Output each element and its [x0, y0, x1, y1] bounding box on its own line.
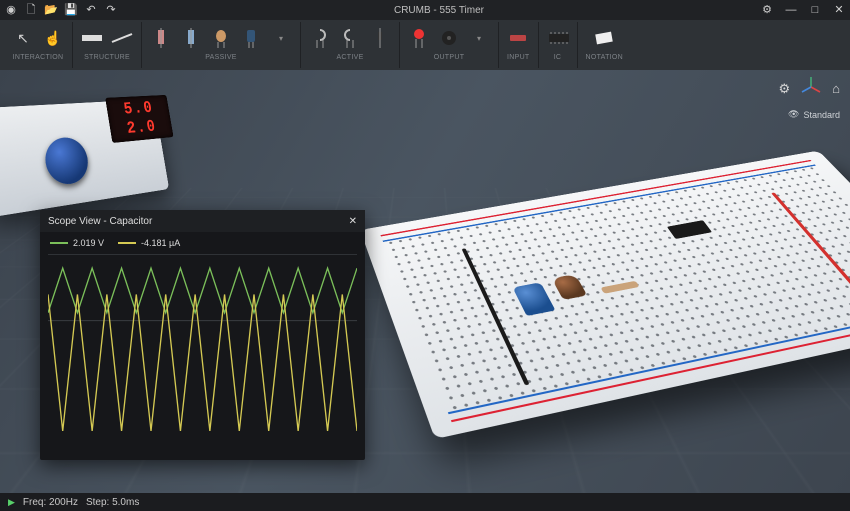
- legend-swatch: [118, 242, 136, 244]
- ribbon-group-structure: STRUCTURE: [73, 22, 142, 68]
- power-supply[interactable]: 5.0 2.0: [0, 70, 238, 233]
- psu-readout-voltage: 5.0: [122, 99, 154, 119]
- save-icon[interactable]: 💾: [64, 3, 78, 17]
- eye-icon: 👁: [788, 109, 799, 120]
- ribbon-group-notation: NOTATION: [578, 22, 632, 68]
- transistor-icon[interactable]: [309, 27, 331, 49]
- settings-gear-icon[interactable]: ⚙: [760, 3, 774, 17]
- ribbon-group-input: INPUT: [499, 22, 539, 68]
- view-mode-label: Standard: [803, 110, 840, 120]
- psu-knob[interactable]: [42, 136, 91, 187]
- transistor2-icon[interactable]: [339, 27, 361, 49]
- diode-icon[interactable]: [369, 27, 391, 49]
- chevron-down-icon[interactable]: ▾: [270, 27, 292, 49]
- close-icon[interactable]: ✕: [832, 3, 846, 17]
- hand-icon[interactable]: ☝: [42, 27, 64, 49]
- legend-swatch: [50, 242, 68, 244]
- buzzer-icon[interactable]: [438, 27, 460, 49]
- maximize-icon[interactable]: □: [808, 3, 822, 17]
- home-icon[interactable]: ⌂: [832, 81, 840, 96]
- app-icon: ◉: [4, 3, 18, 17]
- scope-panel[interactable]: Scope View - Capacitor ✕ 2.019 V -4.181 …: [40, 210, 365, 460]
- ic-chip-icon[interactable]: [547, 27, 569, 49]
- ribbon-group-passive: ▾ PASSIVE: [142, 22, 301, 68]
- resistor2-icon[interactable]: [180, 27, 202, 49]
- window-title: CRUMB - 555 Timer: [118, 5, 760, 16]
- switch-icon[interactable]: [507, 27, 529, 49]
- new-file-icon[interactable]: 🗋: [24, 3, 38, 17]
- electrolytic-icon[interactable]: [240, 27, 262, 49]
- ribbon-label: PASSIVE: [205, 54, 237, 61]
- viewport-overlay-buttons: ⚙ ⌂ 👁 Standard: [778, 76, 840, 120]
- ribbon-label: INTERACTION: [13, 54, 64, 61]
- scope-close-icon[interactable]: ✕: [349, 216, 357, 227]
- scope-title-text: Scope View - Capacitor: [48, 216, 152, 227]
- status-frequency: Freq: 200Hz: [23, 497, 78, 508]
- open-file-icon[interactable]: 📂: [44, 3, 58, 17]
- chevron-down-icon[interactable]: ▾: [468, 27, 490, 49]
- ribbon-label: ACTIVE: [336, 54, 363, 61]
- legend-label: -4.181 µA: [141, 238, 180, 248]
- status-step: Step: 5.0ms: [86, 497, 139, 508]
- scope-svg: [48, 255, 357, 452]
- scope-plot-area: [48, 254, 357, 452]
- breadboard-icon[interactable]: [81, 27, 103, 49]
- led-icon[interactable]: [408, 27, 430, 49]
- undo-icon[interactable]: ↶: [84, 3, 98, 17]
- legend-label: 2.019 V: [73, 238, 104, 248]
- status-bar: ▶ Freq: 200Hz Step: 5.0ms: [0, 493, 850, 511]
- ribbon-group-output: ▾ OUTPUT: [400, 22, 499, 68]
- psu-readout-current: 2.0: [126, 117, 158, 138]
- ribbon-toolbar: ↖ ☝ INTERACTION STRUCTURE ▾ PASSIVE ACTI…: [0, 20, 850, 70]
- minimize-icon[interactable]: —: [784, 3, 798, 17]
- viewport-3d[interactable]: ⚙ ⌂ 👁 Standard 5.0 2.0: [0, 70, 850, 493]
- redo-icon[interactable]: ↷: [104, 3, 118, 17]
- play-icon[interactable]: ▶: [8, 497, 15, 508]
- legend-entry-voltage: 2.019 V: [50, 238, 104, 248]
- ribbon-label: OUTPUT: [434, 54, 465, 61]
- label-icon[interactable]: [593, 27, 615, 49]
- psu-display: 5.0 2.0: [105, 95, 173, 143]
- psu-chassis: 5.0 2.0: [0, 99, 169, 217]
- legend-entry-current: -4.181 µA: [118, 238, 180, 248]
- ribbon-group-ic: IC: [539, 22, 578, 68]
- ribbon-group-active: ACTIVE: [301, 22, 400, 68]
- view-mode-toggle[interactable]: 👁 Standard: [788, 109, 840, 120]
- resistor-icon[interactable]: [150, 27, 172, 49]
- ribbon-group-interaction: ↖ ☝ INTERACTION: [4, 22, 73, 68]
- ribbon-label: NOTATION: [586, 54, 624, 61]
- scope-titlebar[interactable]: Scope View - Capacitor ✕: [40, 210, 365, 232]
- viewport-settings-icon[interactable]: ⚙: [778, 81, 790, 97]
- cursor-icon[interactable]: ↖: [12, 27, 34, 49]
- ribbon-label: IC: [554, 54, 562, 61]
- ribbon-label: STRUCTURE: [84, 54, 130, 61]
- scope-legend: 2.019 V -4.181 µA: [40, 232, 365, 254]
- ribbon-label: INPUT: [507, 54, 530, 61]
- titlebar: ◉ 🗋 📂 💾 ↶ ↷ CRUMB - 555 Timer ⚙ — □ ✕: [0, 0, 850, 20]
- axis-gizmo-icon[interactable]: [800, 76, 822, 101]
- capacitor-icon[interactable]: [210, 27, 232, 49]
- wire-icon[interactable]: [111, 27, 133, 49]
